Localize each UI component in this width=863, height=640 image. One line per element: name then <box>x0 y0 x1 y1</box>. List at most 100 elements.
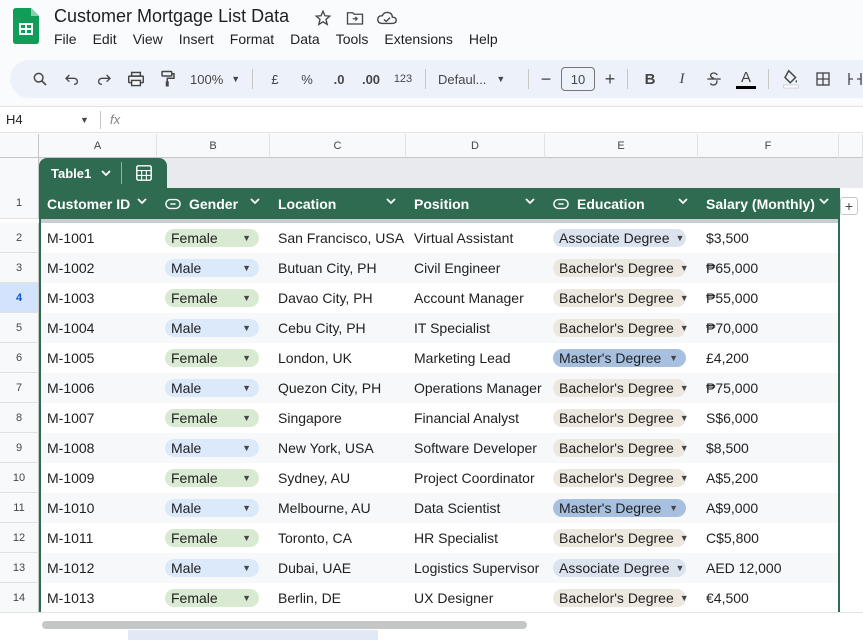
cell-gender[interactable]: Male ▼ <box>157 493 270 523</box>
education-chip[interactable]: Master's Degree ▼ <box>553 349 686 367</box>
row-number-14[interactable]: 14 <box>0 583 39 613</box>
cell-salary[interactable]: S$6,000 <box>698 403 839 433</box>
gender-chip[interactable]: Male ▼ <box>165 439 259 457</box>
star-icon[interactable] <box>312 8 334 28</box>
gender-chip[interactable]: Male ▼ <box>165 499 259 517</box>
menu-insert[interactable]: Insert <box>179 31 214 47</box>
gender-chip[interactable]: Male ▼ <box>165 379 259 397</box>
cell-position[interactable]: IT Specialist <box>406 313 545 343</box>
cell-gender[interactable]: Female ▼ <box>157 463 270 493</box>
row-number-13[interactable]: 13 <box>0 553 39 583</box>
header-salary[interactable]: Salary (Monthly) <box>698 188 839 219</box>
cell-location[interactable]: San Francisco, USA <box>270 223 406 253</box>
row-number-4[interactable]: 4 <box>0 283 39 313</box>
gender-chip[interactable]: Male ▼ <box>165 319 259 337</box>
decrease-font-size-button[interactable]: − <box>535 65 557 93</box>
table-view-icon[interactable] <box>122 165 166 181</box>
education-chip[interactable]: Master's Degree ▼ <box>553 499 686 517</box>
chevron-down-icon[interactable]: ▼ <box>680 383 689 393</box>
row-number-8[interactable]: 8 <box>0 403 39 433</box>
chevron-down-icon[interactable]: ▼ <box>242 353 251 363</box>
row-number-11[interactable]: 11 <box>0 493 39 523</box>
cell-location[interactable]: Davao City, PH <box>270 283 406 313</box>
cell-position[interactable]: Account Manager <box>406 283 545 313</box>
menu-view[interactable]: View <box>133 31 163 47</box>
cell-gender[interactable]: Female ▼ <box>157 283 270 313</box>
education-chip[interactable]: Bachelor's Degree ▼ <box>553 259 689 277</box>
cell-education[interactable]: Bachelor's Degree ▼ <box>545 313 698 343</box>
cell-salary[interactable]: C$5,800 <box>698 523 839 553</box>
cell-salary[interactable]: ₱70,000 <box>698 313 839 343</box>
chevron-down-icon[interactable] <box>819 198 829 205</box>
gender-chip[interactable]: Female ▼ <box>165 409 259 427</box>
cell-position[interactable]: Financial Analyst <box>406 403 545 433</box>
education-chip[interactable]: Bachelor's Degree ▼ <box>553 409 689 427</box>
column-header-c[interactable]: C <box>270 134 406 158</box>
cell-education[interactable]: Bachelor's Degree ▼ <box>545 433 698 463</box>
cell-gender[interactable]: Female ▼ <box>157 403 270 433</box>
cell-location[interactable]: Cebu City, PH <box>270 313 406 343</box>
sheets-logo-icon[interactable] <box>13 8 39 44</box>
text-color-button[interactable]: A <box>730 65 762 93</box>
cell-education[interactable]: Bachelor's Degree ▼ <box>545 373 698 403</box>
cell-id[interactable]: M-1011 <box>39 523 157 553</box>
cell-salary[interactable]: ₱55,000 <box>698 283 839 313</box>
menu-data[interactable]: Data <box>290 31 320 47</box>
cell-id[interactable]: M-1012 <box>39 553 157 583</box>
cell-location[interactable]: London, UK <box>270 343 406 373</box>
menu-format[interactable]: Format <box>230 31 274 47</box>
gender-chip[interactable]: Female ▼ <box>165 469 259 487</box>
cell-salary[interactable]: A$9,000 <box>698 493 839 523</box>
cell-location[interactable]: Sydney, AU <box>270 463 406 493</box>
cell-gender[interactable]: Male ▼ <box>157 373 270 403</box>
cell-education[interactable]: Master's Degree ▼ <box>545 493 698 523</box>
redo-icon[interactable] <box>88 65 120 93</box>
gender-chip[interactable]: Female ▼ <box>165 529 259 547</box>
cloud-status-icon[interactable] <box>376 8 398 28</box>
italic-button[interactable]: I <box>666 65 698 93</box>
cell-position[interactable]: Logistics Supervisor <box>406 553 545 583</box>
cell-salary[interactable]: A$5,200 <box>698 463 839 493</box>
cell-id[interactable]: M-1002 <box>39 253 157 283</box>
cell-gender[interactable]: Male ▼ <box>157 553 270 583</box>
chevron-down-icon[interactable]: ▼ <box>676 563 685 573</box>
chevron-down-icon[interactable]: ▼ <box>676 233 685 243</box>
chevron-down-icon[interactable]: ▼ <box>242 323 251 333</box>
cell-gender[interactable]: Female ▼ <box>157 343 270 373</box>
format-percent-button[interactable]: % <box>291 65 323 93</box>
chevron-down-icon[interactable] <box>386 198 396 205</box>
cell-position[interactable]: Data Scientist <box>406 493 545 523</box>
chevron-down-icon[interactable]: ▼ <box>242 563 251 573</box>
cell-salary[interactable]: £4,200 <box>698 343 839 373</box>
education-chip[interactable]: Bachelor's Degree ▼ <box>553 439 689 457</box>
fill-color-icon[interactable] <box>775 65 807 93</box>
chevron-down-icon[interactable]: ▼ <box>242 443 251 453</box>
row-number-5[interactable]: 5 <box>0 313 39 343</box>
row-number-7[interactable]: 7 <box>0 373 39 403</box>
zoom-select[interactable]: 100% ▼ <box>184 65 246 93</box>
bold-button[interactable]: B <box>634 65 666 93</box>
cell-location[interactable]: Singapore <box>270 403 406 433</box>
scrollbar-thumb[interactable] <box>42 621 527 629</box>
print-icon[interactable] <box>120 65 152 93</box>
gender-chip[interactable]: Female ▼ <box>165 349 259 367</box>
chevron-down-icon[interactable]: ▼ <box>242 473 251 483</box>
borders-icon[interactable] <box>807 65 839 93</box>
gender-chip[interactable]: Female ▼ <box>165 289 259 307</box>
column-header-e[interactable]: E <box>545 134 698 158</box>
row-number-12[interactable]: 12 <box>0 523 39 553</box>
row-number-6[interactable]: 6 <box>0 343 39 373</box>
menu-help[interactable]: Help <box>469 31 498 47</box>
strikethrough-icon[interactable] <box>698 65 730 93</box>
cell-id[interactable]: M-1009 <box>39 463 157 493</box>
cell-education[interactable]: Bachelor's Degree ▼ <box>545 523 698 553</box>
chevron-down-icon[interactable]: ▼ <box>669 503 678 513</box>
cell-position[interactable]: Software Developer <box>406 433 545 463</box>
undo-icon[interactable] <box>56 65 88 93</box>
cell-location[interactable]: Dubai, UAE <box>270 553 406 583</box>
chevron-down-icon[interactable] <box>678 198 688 205</box>
menu-tools[interactable]: Tools <box>336 31 369 47</box>
gender-chip[interactable]: Female ▼ <box>165 589 259 607</box>
more-formats-button[interactable]: 123 <box>387 65 419 93</box>
menu-extensions[interactable]: Extensions <box>384 31 452 47</box>
